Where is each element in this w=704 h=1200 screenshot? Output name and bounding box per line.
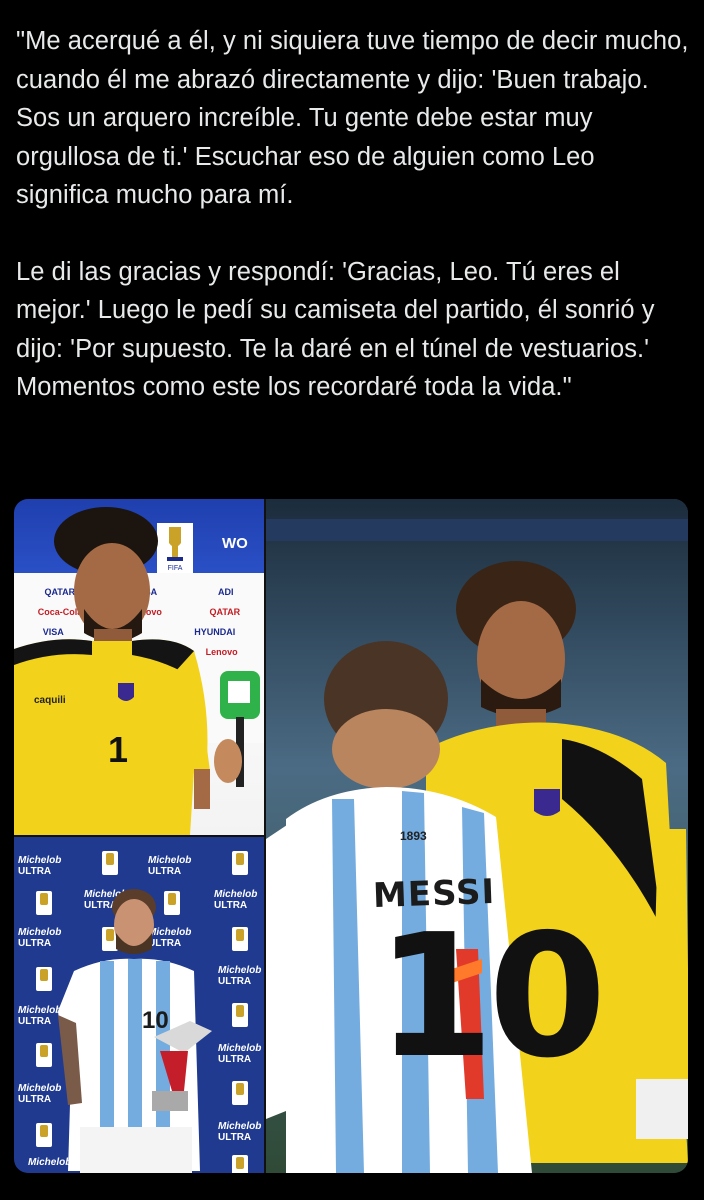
tweet-text: "Me acerqué a él, y ni siquiera tuve tie… bbox=[16, 22, 692, 407]
photo-award[interactable]: Michelob ULTRA Michelob ULTRA Michelob ULTR… bbox=[14, 837, 264, 1173]
media-grid[interactable]: QATAR VISA ADI Coca-Cola Lenovo QATAR VI… bbox=[14, 499, 688, 1173]
photo-stadium[interactable]: 1893 MESSI 10 bbox=[266, 499, 688, 1173]
gk-jersey-number: 1 bbox=[108, 729, 129, 770]
tweet-paragraph-2: Le di las gracias y respondí: 'Gracias, … bbox=[16, 257, 662, 402]
messi-award-figure bbox=[58, 889, 212, 1173]
tweet-paragraph-1: "Me acerqué a él, y ni siquiera tuve tie… bbox=[16, 27, 696, 209]
microphone-icon bbox=[214, 671, 260, 787]
photo-interview[interactable]: QATAR VISA ADI Coca-Cola Lenovo QATAR VI… bbox=[14, 499, 264, 835]
shirt-number: 10 bbox=[376, 898, 607, 1096]
sponsor-chest-text: caquili bbox=[34, 695, 66, 706]
shirt-collar-number: 1893 bbox=[400, 829, 427, 843]
award-jersey-number: 10 bbox=[142, 1007, 169, 1034]
